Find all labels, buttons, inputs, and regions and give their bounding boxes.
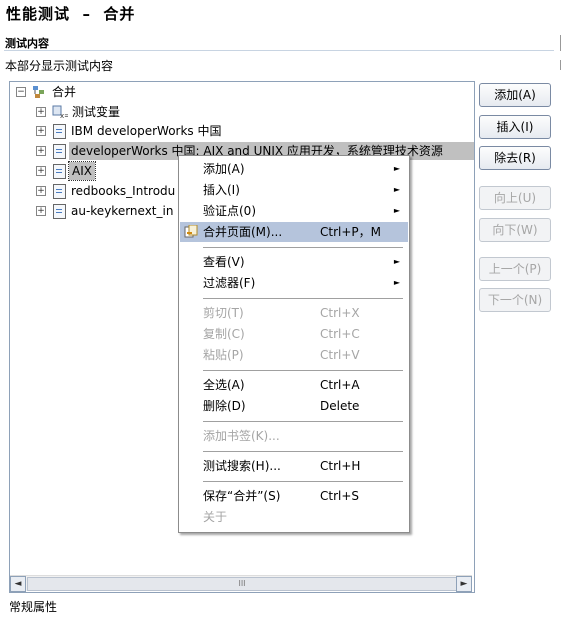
menu-item-select-all[interactable]: 全选(A) Ctrl+A [180, 375, 408, 395]
scroll-left-icon[interactable]: ◄ [10, 576, 26, 592]
section-description: 本部分显示测试内容 [5, 59, 114, 73]
page-icon [53, 124, 66, 139]
page-icon [53, 144, 66, 159]
menu-item-label: 添加(A) [203, 162, 245, 176]
menu-item-insert[interactable]: 插入(I) ► [180, 180, 408, 200]
menu-item-shortcut: Ctrl+A [320, 378, 360, 392]
menu-item-label: 查看(V) [203, 255, 245, 269]
menu-item-label: 插入(I) [203, 183, 240, 197]
collapse-icon[interactable]: − [16, 87, 26, 97]
svg-text:x=: x= [60, 112, 68, 119]
tree-item-label: IBM developerWorks 中国 [71, 124, 222, 138]
menu-item-shortcut: Delete [320, 399, 360, 413]
previous-button[interactable]: 上一个(P) [479, 257, 551, 281]
page-icon [53, 164, 66, 179]
expand-icon[interactable]: + [36, 186, 46, 196]
variable-icon: x= [52, 105, 70, 120]
menu-separator [203, 247, 403, 248]
tree-item-label: AIX [68, 161, 96, 181]
menu-item-delete[interactable]: 删除(D) Delete [180, 396, 408, 416]
move-up-button[interactable]: 向上(U) [479, 186, 551, 210]
section-divider [4, 50, 554, 51]
menu-item-label: 全选(A) [203, 378, 245, 392]
menu-item-add[interactable]: 添加(A) ► [180, 159, 408, 179]
menu-item-verification-point[interactable]: 验证点(0) ► [180, 201, 408, 221]
page-title: 性能测试 – 合并 [6, 5, 136, 23]
expand-icon[interactable]: + [36, 107, 46, 117]
menu-separator [203, 421, 403, 422]
tree-item-label: 测试变量 [72, 105, 121, 119]
schedule-icon [32, 85, 46, 99]
panel-edge [560, 35, 561, 51]
menu-item-label: 复制(C) [203, 327, 245, 341]
submenu-arrow-icon: ► [393, 257, 400, 266]
menu-item-test-search[interactable]: 测试搜索(H)... Ctrl+H [180, 456, 408, 476]
scrollbar-thumb[interactable]: III [27, 577, 457, 591]
menu-item-copy[interactable]: 复制(C) Ctrl+C [180, 324, 408, 344]
expand-icon[interactable]: + [36, 206, 46, 216]
tree-root-label: 合并 [52, 85, 77, 99]
insert-button[interactable]: 插入(I) [479, 115, 551, 139]
menu-item-shortcut: Ctrl+P，M [320, 225, 381, 239]
menu-item-label: 过滤器(F) [203, 276, 256, 290]
menu-item-label: 验证点(0) [203, 204, 256, 218]
expand-icon[interactable]: + [36, 146, 46, 156]
menu-item-about[interactable]: 关于 [180, 507, 408, 527]
expand-icon[interactable]: + [36, 166, 46, 176]
expand-icon[interactable]: + [36, 126, 46, 136]
menu-item-label: 粘贴(P) [203, 348, 244, 362]
menu-item-shortcut: Ctrl+H [320, 459, 361, 473]
menu-item-shortcut: Ctrl+S [320, 489, 360, 503]
menu-item-merge-page[interactable]: 合并页面(M)... Ctrl+P，M [180, 222, 408, 242]
menu-separator [203, 370, 403, 371]
menu-item-cut[interactable]: 剪切(T) Ctrl+X [180, 303, 408, 323]
merge-page-icon [184, 224, 198, 239]
menu-item-label: 关于 [203, 510, 228, 524]
submenu-arrow-icon: ► [393, 185, 400, 194]
menu-item-label: 删除(D) [203, 399, 246, 413]
menu-item-paste[interactable]: 粘贴(P) Ctrl+V [180, 345, 408, 365]
horizontal-scrollbar[interactable]: ◄ III ► [10, 575, 472, 592]
submenu-arrow-icon: ► [393, 278, 400, 287]
menu-item-label: 剪切(T) [203, 306, 244, 320]
menu-item-shortcut: Ctrl+C [320, 327, 360, 341]
add-button[interactable]: 添加(A) [479, 83, 551, 107]
submenu-arrow-icon: ► [393, 164, 400, 173]
next-button[interactable]: 下一个(N) [479, 288, 551, 312]
section-title: 测试内容 [5, 37, 49, 50]
menu-item-filter[interactable]: 过滤器(F) ► [180, 273, 408, 293]
page-icon [53, 204, 66, 219]
menu-item-label: 测试搜索(H)... [203, 459, 281, 473]
menu-item-view[interactable]: 查看(V) ► [180, 252, 408, 272]
tree-item-label: redbooks_Introdu [71, 184, 176, 198]
tree-item-label: au-keykernext_in [71, 204, 174, 218]
panel-edge [560, 60, 561, 70]
menu-item-shortcut: Ctrl+X [320, 306, 360, 320]
menu-item-save[interactable]: 保存“合并”(S) Ctrl+S [180, 486, 408, 506]
remove-button[interactable]: 除去(R) [479, 146, 551, 170]
context-menu: 添加(A) ► 插入(I) ► 验证点(0) ► 合并页面(M)... Ctrl… [178, 155, 410, 533]
move-down-button[interactable]: 向下(W) [479, 218, 551, 242]
menu-item-add-bookmark[interactable]: 添加书签(K)... [180, 426, 408, 446]
general-properties-link[interactable]: 常规属性 [9, 598, 57, 615]
menu-item-label: 合并页面(M)... [203, 225, 283, 239]
menu-item-label: 保存“合并”(S) [203, 489, 281, 503]
menu-item-shortcut: Ctrl+V [320, 348, 360, 362]
page-icon [53, 184, 66, 199]
submenu-arrow-icon: ► [393, 206, 400, 215]
menu-separator [203, 481, 403, 482]
menu-separator [203, 298, 403, 299]
menu-separator [203, 451, 403, 452]
scroll-right-icon[interactable]: ► [456, 576, 472, 592]
menu-item-label: 添加书签(K)... [203, 429, 280, 443]
